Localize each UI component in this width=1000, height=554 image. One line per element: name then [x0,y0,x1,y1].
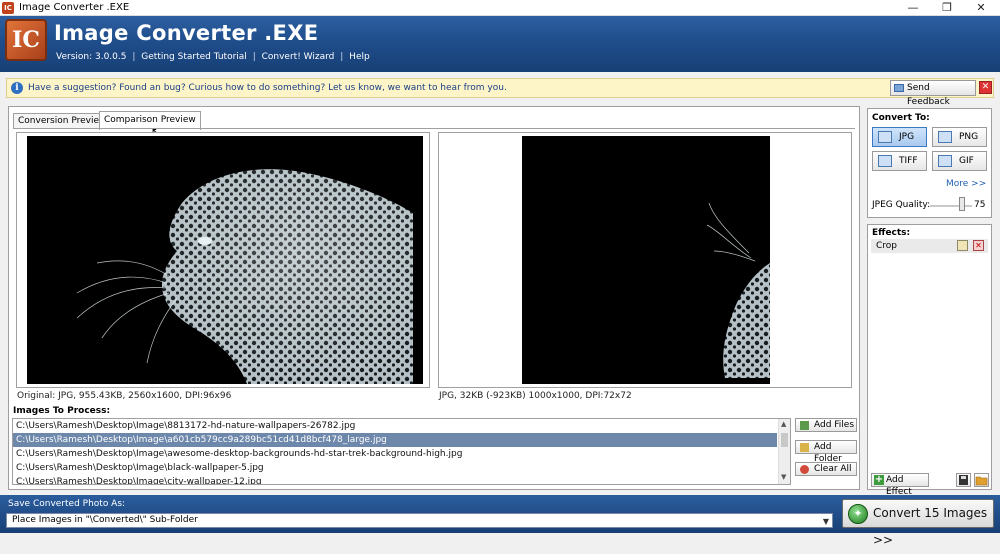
more-formats-link[interactable]: More >> [946,179,986,189]
save-effects-icon[interactable] [956,473,971,487]
add-files-button[interactable]: Add Files [795,418,857,432]
version-label: Version: 3.0.0.5 [56,52,127,62]
jpeg-quality-slider[interactable] [930,205,972,207]
format-gif-button[interactable]: GIF [932,151,987,171]
convert-images-button[interactable]: ✦ Convert 15 Images >> [842,499,994,547]
link-separator: | [132,52,136,62]
converted-leopard-image [522,136,770,384]
maximize-button[interactable]: ❐ [930,0,964,15]
add-effect-label: Add Effect [886,475,912,497]
png-format-icon [938,131,952,143]
send-feedback-button[interactable]: Send Feedback [890,80,976,107]
convert-icon: ✦ [848,504,868,524]
suggestion-text: Have a suggestion? Found an bug? Curious… [28,83,507,93]
link-separator: | [340,52,344,62]
tab-conversion-preview[interactable]: Conversion Preview [13,113,112,128]
list-item[interactable]: C:\Users\Ramesh\Desktop\Image\awesome-de… [13,447,777,461]
format-jpg-button[interactable]: JPG [872,127,927,147]
bottom-bar: Save Converted Photo As: Place Images in… [0,495,1000,547]
send-feedback-label: Send Feedback [907,83,950,107]
clear-all-button[interactable]: Clear All [795,462,857,476]
list-item-selected[interactable]: C:\Users\Ramesh\Desktop\Image\a601cb579c… [13,433,777,447]
add-folder-icon [800,443,809,452]
main-panel: Conversion Preview Comparison Preview ↖ [8,106,860,490]
format-jpg-label: JPG [899,132,915,142]
effects-label: Effects: [872,228,911,238]
scroll-down-icon[interactable]: ▼ [781,473,786,481]
close-suggestion-icon[interactable]: ✕ [979,81,992,94]
file-list[interactable]: C:\Users\Ramesh\Desktop\Image\8813172-hd… [12,418,791,485]
add-folder-button[interactable]: Add Folder [795,440,857,464]
window-titlebar: IC Image Converter .EXE — ❐ ✕ [0,0,1000,16]
getting-started-link[interactable]: Getting Started Tutorial [141,52,247,62]
save-location-value: Place Images in "\Converted\" Sub-Folder [12,515,198,525]
edit-effect-icon[interactable] [957,240,968,251]
help-link[interactable]: Help [349,52,370,62]
add-folder-label: Add Folder [814,442,842,464]
tab-divider [13,128,855,129]
list-item[interactable]: C:\Users\Ramesh\Desktop\Image\8813172-hd… [13,419,777,433]
logo: IC [5,19,47,61]
clear-all-label: Clear All [814,464,852,474]
feedback-icon [894,84,904,92]
convert-to-label: Convert To: [872,113,930,123]
add-files-label: Add Files [814,420,855,430]
jpeg-quality-slider-thumb[interactable] [958,197,965,211]
original-preview [16,132,430,388]
plus-icon: + [874,474,884,485]
list-item[interactable]: C:\Users\Ramesh\Desktop\Image\city-wallp… [13,475,777,484]
images-to-process-label: Images To Process: [13,406,111,416]
converted-preview [438,132,852,388]
converted-caption: JPG, 32KB (-923KB) 1000x1000, DPI:72x72 [439,391,632,401]
format-gif-label: GIF [959,156,974,166]
effect-item-crop[interactable]: Crop ✕ [871,239,988,253]
header-links: Version: 3.0.0.5 | Getting Started Tutor… [56,52,370,62]
window-title: Image Converter .EXE [19,2,130,13]
original-caption: Original: JPG, 955.43KB, 2560x1600, DPI:… [17,391,232,401]
link-separator: | [252,52,256,62]
list-scrollbar[interactable]: ▲ ▼ [778,419,790,484]
jpeg-quality-value: 75 [974,200,986,210]
gif-format-icon [938,155,952,167]
effects-panel: Effects: Crop ✕ + Add Effect [867,224,992,497]
add-effect-button[interactable]: + Add Effect [871,473,929,497]
format-png-label: PNG [959,132,979,142]
suggestion-bar: i Have a suggestion? Found an bug? Curio… [6,78,994,107]
clear-all-icon [800,465,809,474]
save-location-select[interactable]: Place Images in "\Converted\" Sub-Folder… [6,513,833,528]
tiff-format-icon [878,155,892,167]
format-tiff-label: TIFF [899,156,918,166]
info-icon: i [11,82,23,94]
convert-images-label: Convert 15 Images >> [873,506,988,547]
effect-item-label: Crop [876,241,898,251]
list-item[interactable]: C:\Users\Ramesh\Desktop\Image\black-wall… [13,461,777,475]
leopard-image [27,136,423,384]
chevron-down-icon: ▼ [822,517,829,526]
jpeg-quality-label: JPEG Quality: [872,200,931,210]
app-icon: IC [2,2,14,14]
jpg-format-icon [878,131,892,143]
load-effects-icon[interactable] [974,473,989,487]
format-tiff-button[interactable]: TIFF [872,151,927,171]
remove-effect-icon[interactable]: ✕ [973,240,984,251]
convert-wizard-link[interactable]: Convert! Wizard [262,52,335,62]
add-files-icon [800,421,809,430]
convert-to-panel: Convert To: JPG PNG TIFF GIF More >> JPE… [867,108,992,218]
scroll-up-icon[interactable]: ▲ [781,420,786,428]
app-header: IC Image Converter .EXE Version: 3.0.0.5… [0,16,1000,72]
scroll-thumb[interactable] [781,433,788,447]
format-png-button[interactable]: PNG [932,127,987,147]
app-name: Image Converter .EXE [54,21,319,45]
minimize-button[interactable]: — [896,0,930,15]
save-as-label: Save Converted Photo As: [8,499,126,509]
close-window-button[interactable]: ✕ [964,0,998,15]
